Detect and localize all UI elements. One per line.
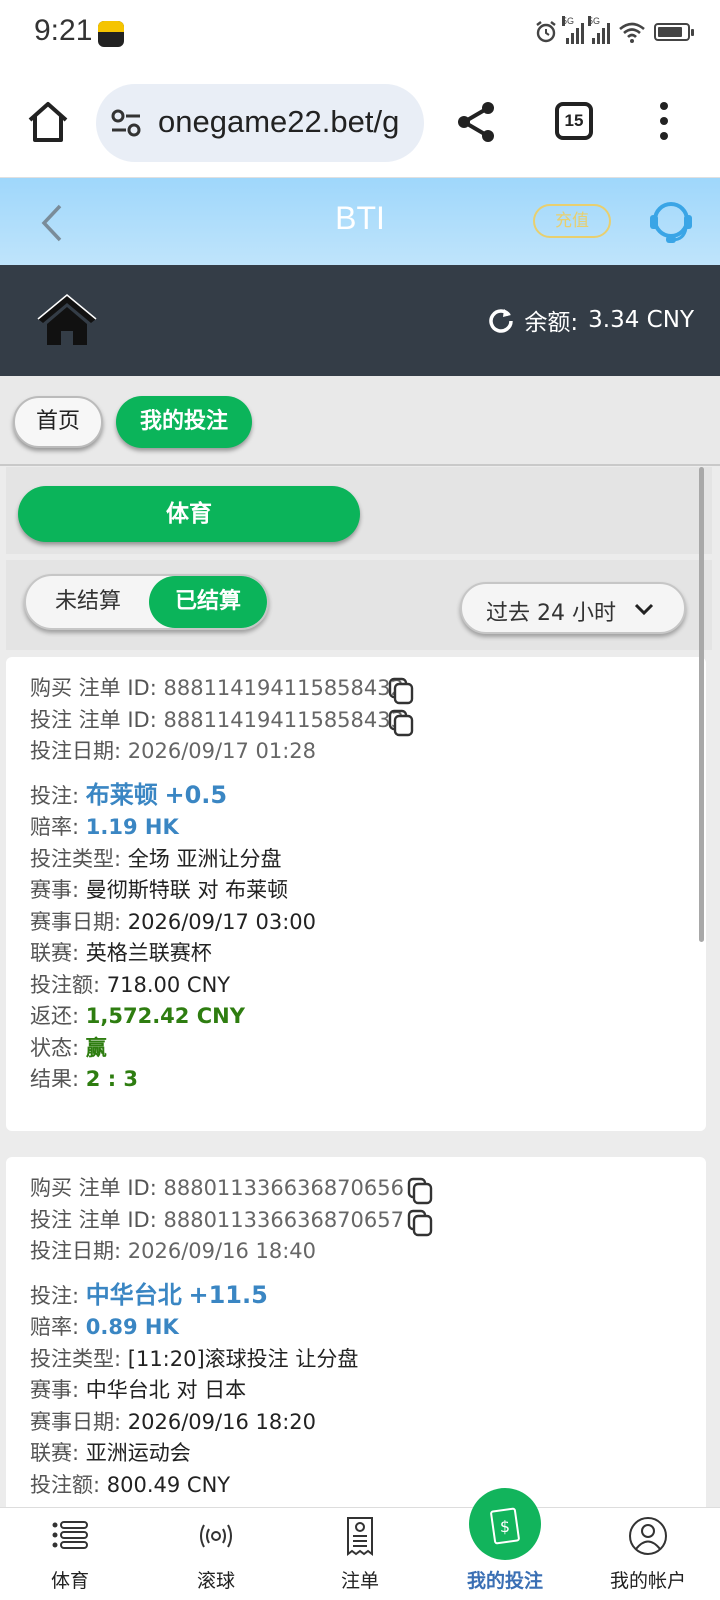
event-date-row: 赛事日期: 2026/09/17 03:00 xyxy=(30,909,316,934)
event-row: 赛事: 中华台北 对 日本 xyxy=(30,1378,247,1402)
toggle-settled[interactable]: 已结算 xyxy=(149,576,267,628)
bottom-nav-live[interactable]: 滚球 xyxy=(156,1508,276,1600)
status-row: 状态: 赢 xyxy=(30,1035,107,1060)
site-header: BTI 充值 xyxy=(0,178,720,265)
status-time: 9:21 xyxy=(34,14,93,47)
user-icon xyxy=(629,1517,667,1555)
bottom-nav-account[interactable]: 我的帐户 xyxy=(588,1508,708,1600)
league-row: 联赛: 亚洲运动会 xyxy=(30,1441,191,1465)
copy-icon[interactable] xyxy=(407,1209,433,1237)
toggle-unsettled[interactable]: 未结算 xyxy=(32,576,144,628)
bet-id-row: 投注 注单 ID: 888114194115858433 xyxy=(30,705,682,737)
tab-home[interactable]: 首页 xyxy=(13,396,103,448)
battery-icon xyxy=(654,23,694,41)
receipt-icon xyxy=(347,1517,373,1556)
more-menu-icon[interactable] xyxy=(658,102,670,142)
buy-id-row: 购买 注单 ID: 888011336636870656 xyxy=(30,1173,682,1205)
sport-filter-row: 体育 xyxy=(6,467,712,554)
sport-button[interactable]: 体育 xyxy=(18,486,360,542)
home-icon[interactable] xyxy=(26,100,70,144)
stake-row: 投注额: 718.00 CNY xyxy=(30,972,231,997)
bet-date-row: 投注日期: 2026/09/17 01:28 xyxy=(30,739,316,763)
period-value: 过去 24 小时 xyxy=(486,601,616,626)
bet-type-row: 投注类型: 全场 亚洲让分盘 xyxy=(30,846,282,871)
address-bar[interactable]: onegame22.bet/g xyxy=(96,84,424,162)
result-row: 结果: 2 : 3 xyxy=(30,1067,139,1091)
page-title: BTI xyxy=(335,200,385,236)
balance-value: 3.34 CNY xyxy=(588,307,694,333)
list-icon xyxy=(52,1521,88,1549)
tab-my-bets[interactable]: 我的投注 xyxy=(116,396,252,448)
bet-date-row: 投注日期: 2026/09/16 18:40 xyxy=(30,1239,316,1263)
svg-text:$: $ xyxy=(500,1517,510,1536)
bets-content: 体育 未结算 已结算 过去 24 小时 购买 注单 ID: 8881141941… xyxy=(6,467,712,1507)
status-bar: 9:21 5G 5G xyxy=(0,0,720,66)
bottom-nav-slip[interactable]: 注单 xyxy=(300,1508,420,1600)
event-row: 赛事: 曼彻斯特联 对 布莱顿 xyxy=(30,878,289,902)
balance-display: 余额: 3.34 CNY xyxy=(488,303,694,337)
settlement-toggle[interactable]: 未结算 已结算 xyxy=(24,574,269,630)
bet-card: 购买 注单 ID: 888114194115858432 投注 注单 ID: 8… xyxy=(6,657,706,1131)
app-notification-icon xyxy=(98,21,124,47)
period-dropdown[interactable]: 过去 24 小时 xyxy=(460,582,686,634)
share-icon[interactable] xyxy=(452,98,500,146)
odds-row: 赔率: 0.89 HK xyxy=(30,1315,179,1339)
stake-row: 投注额: 800.49 CNY xyxy=(30,1472,231,1497)
return-row: 返还: 1,572.42 CNY xyxy=(30,1004,245,1028)
house-icon[interactable] xyxy=(36,291,98,347)
refresh-icon[interactable] xyxy=(488,307,514,333)
site-settings-icon[interactable] xyxy=(110,108,142,138)
balance-label: 余额: xyxy=(524,310,579,336)
recharge-button[interactable]: 充值 xyxy=(533,204,611,238)
nav-tabs: 首页 我的投注 xyxy=(0,376,720,466)
copy-icon[interactable] xyxy=(388,709,414,737)
selection-row: 投注: 中华台北 +11.5 xyxy=(30,1280,268,1309)
bet-id-row: 投注 注单 ID: 888011336636870657 xyxy=(30,1205,682,1237)
bottom-nav-my-bets[interactable]: $ 我的投注 xyxy=(445,1488,565,1600)
scrollbar[interactable] xyxy=(699,467,704,942)
bottom-nav-sports[interactable]: 体育 xyxy=(10,1508,130,1600)
event-date-row: 赛事日期: 2026/09/16 18:20 xyxy=(30,1409,316,1434)
selection-row: 投注: 布莱顿 +0.5 xyxy=(30,780,228,809)
live-signal-icon xyxy=(200,1524,232,1548)
copy-icon[interactable] xyxy=(388,677,414,705)
buy-id-row: 购买 注单 ID: 888114194115858432 xyxy=(30,673,682,705)
bet-type-row: 投注类型: [11:20]滚球投注 让分盘 xyxy=(30,1346,359,1371)
chevron-down-icon xyxy=(634,603,654,616)
balance-bar: 余额: 3.34 CNY xyxy=(0,265,720,376)
url-text[interactable]: onegame22.bet/g xyxy=(158,104,399,140)
signal-1-icon: 5G xyxy=(562,16,584,44)
alarm-icon xyxy=(536,21,556,43)
signal-2-icon: 5G xyxy=(588,16,610,44)
status-icons: 5G 5G xyxy=(534,16,694,44)
league-row: 联赛: 英格兰联赛杯 xyxy=(30,941,212,965)
tab-switcher-button[interactable]: 15 xyxy=(555,102,593,140)
customer-service-icon[interactable] xyxy=(646,198,696,246)
wifi-icon xyxy=(619,22,645,43)
money-ticket-icon: $ xyxy=(490,1507,520,1545)
settlement-filter-row: 未结算 已结算 过去 24 小时 xyxy=(6,560,712,650)
copy-icon[interactable] xyxy=(407,1177,433,1205)
bottom-nav: 体育 滚球 注单 $ 我的投注 我的帐户 xyxy=(0,1488,720,1600)
odds-row: 赔率: 1.19 HK xyxy=(30,815,179,839)
bet-card: 购买 注单 ID: 888011336636870656 投注 注单 ID: 8… xyxy=(6,1157,706,1507)
browser-toolbar: onegame22.bet/g 15 xyxy=(0,66,720,178)
